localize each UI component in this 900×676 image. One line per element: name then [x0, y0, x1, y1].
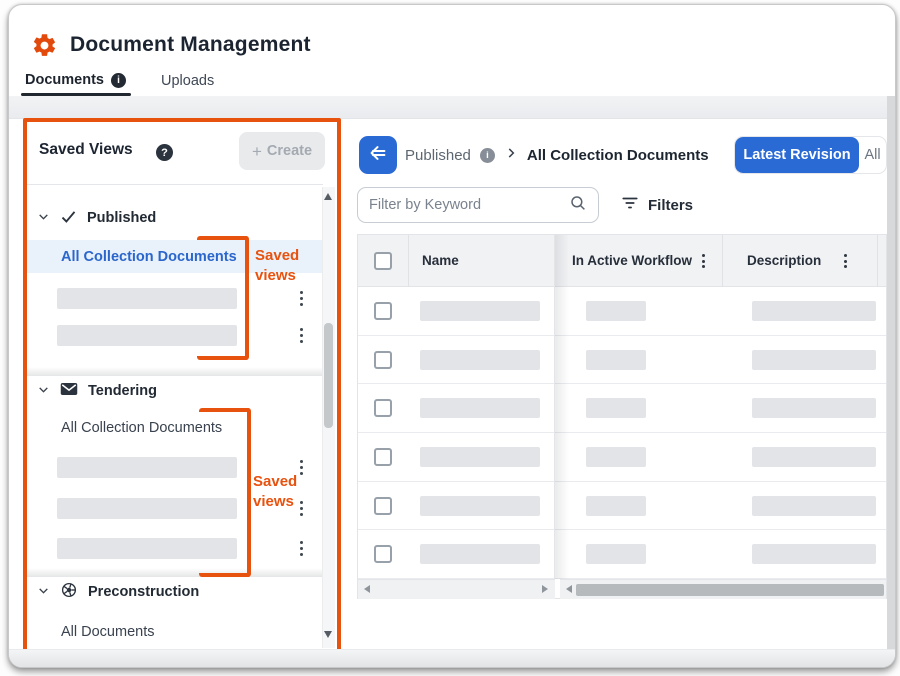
- table-row: [358, 530, 886, 579]
- tab-documents[interactable]: Documents i: [25, 72, 126, 88]
- chevron-right-icon: [504, 146, 518, 165]
- table-row: [358, 433, 886, 482]
- table-row: [358, 287, 886, 336]
- description-placeholder: [752, 447, 876, 467]
- collapse-panel-button[interactable]: [359, 136, 397, 174]
- column-header-description[interactable]: Description: [747, 235, 821, 287]
- description-placeholder: [752, 301, 876, 321]
- app-window: Document Management Documents i Uploads …: [8, 4, 896, 668]
- frozen-pane-hscrollbar[interactable]: [358, 579, 555, 599]
- column-header-name[interactable]: Name: [422, 235, 459, 287]
- name-placeholder: [420, 496, 540, 516]
- table-row: [358, 482, 886, 531]
- description-placeholder: [752, 496, 876, 516]
- filters-label: Filters: [648, 197, 693, 214]
- table-body: [358, 287, 886, 579]
- workflow-placeholder: [586, 301, 646, 321]
- annotation-bracket: [199, 408, 251, 577]
- description-placeholder: [752, 544, 876, 564]
- description-placeholder: [752, 398, 876, 418]
- breadcrumb-current: All Collection Documents: [527, 147, 709, 164]
- scroll-left-arrow[interactable]: [566, 585, 572, 593]
- window-footer-strip: [9, 649, 896, 668]
- workflow-placeholder: [586, 350, 646, 370]
- scroll-right-arrow[interactable]: [542, 585, 548, 593]
- page-scrollbar[interactable]: [887, 96, 896, 649]
- documents-table: Name In Active Workflow Description: [357, 234, 887, 599]
- breadcrumb: Published i All Collection Documents: [405, 136, 709, 174]
- breadcrumb-parent[interactable]: Published: [405, 147, 471, 164]
- row-checkbox[interactable]: [374, 448, 392, 466]
- screenshot-stage: Document Management Documents i Uploads …: [0, 0, 900, 676]
- column-divider: [408, 235, 409, 287]
- frozen-column-shadow: [555, 235, 569, 579]
- row-checkbox[interactable]: [374, 351, 392, 369]
- table-row: [358, 336, 886, 385]
- hscrollbar-thumb[interactable]: [576, 584, 884, 596]
- annotation-bracket: [197, 236, 249, 360]
- description-placeholder: [752, 350, 876, 370]
- annotation-label: Saved views: [253, 472, 317, 512]
- revision-toggle: Latest Revision All: [734, 136, 887, 174]
- tab-uploads-label: Uploads: [161, 73, 214, 89]
- info-icon[interactable]: i: [480, 148, 495, 163]
- keyword-filter-field: [357, 187, 599, 223]
- header-divider-band: [9, 96, 896, 119]
- table-header: Name In Active Workflow Description: [358, 235, 886, 287]
- table-hscrollbar[interactable]: [560, 579, 886, 599]
- workflow-placeholder: [586, 447, 646, 467]
- column-menu-icon[interactable]: [698, 254, 708, 269]
- toggle-all-revisions[interactable]: All: [859, 137, 886, 173]
- table-row: [358, 384, 886, 433]
- annotation-label: Saved views: [255, 246, 319, 286]
- name-placeholder: [420, 544, 540, 564]
- row-checkbox[interactable]: [374, 545, 392, 563]
- search-icon[interactable]: [569, 194, 587, 217]
- filter-icon: [621, 196, 639, 215]
- workflow-placeholder: [586, 398, 646, 418]
- name-placeholder: [420, 301, 540, 321]
- keyword-filter-input[interactable]: [369, 197, 569, 213]
- row-checkbox[interactable]: [374, 497, 392, 515]
- workflow-placeholder: [586, 496, 646, 516]
- column-header-workflow[interactable]: In Active Workflow: [572, 235, 692, 287]
- name-placeholder: [420, 398, 540, 418]
- workflow-placeholder: [586, 544, 646, 564]
- name-placeholder: [420, 447, 540, 467]
- tab-documents-label: Documents: [25, 72, 104, 88]
- column-menu-icon[interactable]: [840, 254, 850, 269]
- column-divider: [722, 235, 723, 287]
- collapse-arrow-icon: [367, 142, 389, 169]
- scroll-left-arrow[interactable]: [364, 585, 370, 593]
- page-title: Document Management: [70, 33, 311, 57]
- name-placeholder: [420, 350, 540, 370]
- row-checkbox[interactable]: [374, 399, 392, 417]
- info-icon: i: [111, 73, 126, 88]
- document-management-gear-icon: [31, 32, 58, 59]
- select-all-checkbox[interactable]: [374, 252, 392, 270]
- tab-uploads[interactable]: Uploads: [161, 73, 214, 89]
- column-divider: [877, 235, 878, 287]
- filters-button[interactable]: Filters: [621, 187, 693, 223]
- row-checkbox[interactable]: [374, 302, 392, 320]
- toggle-latest-revision[interactable]: Latest Revision: [735, 137, 859, 173]
- annotation-sidebar-outline: [23, 118, 341, 653]
